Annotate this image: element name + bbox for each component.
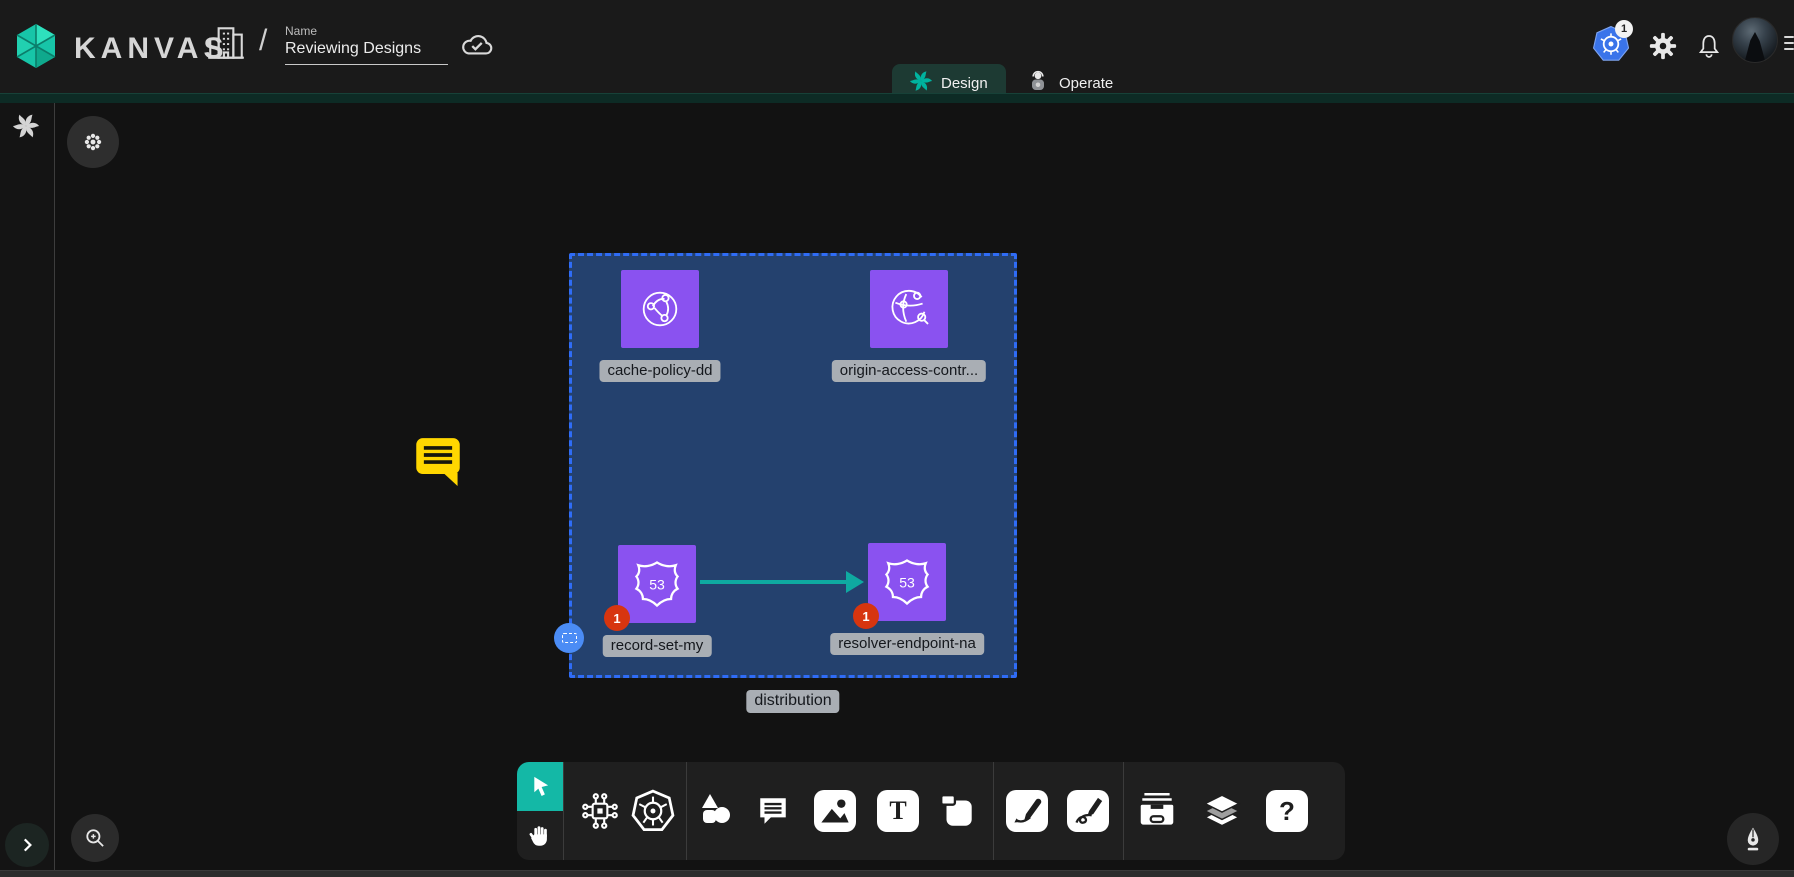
components-tool-button[interactable] bbox=[577, 788, 623, 834]
design-name-block: Name bbox=[285, 24, 448, 65]
select-tool-column bbox=[517, 762, 563, 860]
globe-search-icon bbox=[880, 280, 938, 338]
bottom-toolbar: T bbox=[517, 762, 1345, 860]
note-tool-button[interactable] bbox=[934, 788, 980, 834]
image-tool-button[interactable] bbox=[812, 788, 858, 834]
canvas-comment-marker[interactable] bbox=[414, 436, 462, 491]
issue-badge-record-set[interactable]: 1 bbox=[604, 605, 630, 631]
comment-bubble-icon bbox=[414, 436, 462, 486]
tab-design-label: Design bbox=[941, 75, 988, 92]
question-glyph: ? bbox=[1279, 796, 1295, 827]
pan-tool-button[interactable] bbox=[517, 811, 563, 860]
comment-tool-button[interactable] bbox=[750, 788, 796, 834]
header-bar: KANVAS / Name bbox=[0, 0, 1794, 93]
layers-icon bbox=[1201, 790, 1243, 832]
node-origin-access-control[interactable] bbox=[870, 270, 948, 348]
node-cache-policy[interactable] bbox=[621, 270, 699, 348]
group-handle-icon bbox=[562, 633, 577, 643]
left-sidebar bbox=[0, 103, 55, 877]
cursor-arrow-icon bbox=[527, 774, 553, 800]
drawer-archive-icon bbox=[1136, 790, 1178, 832]
hand-pan-icon bbox=[527, 823, 553, 849]
sticky-note-icon bbox=[936, 790, 978, 832]
layers-tool-button[interactable] bbox=[1199, 788, 1245, 834]
canvas-config-button[interactable] bbox=[67, 116, 119, 168]
cloud-sync-icon[interactable] bbox=[458, 30, 496, 65]
header-divider bbox=[0, 93, 1794, 103]
zoom-in-button[interactable] bbox=[71, 814, 119, 862]
kubernetes-status-icon[interactable]: 1 bbox=[1593, 26, 1629, 67]
route53-number: 53 bbox=[899, 575, 915, 591]
shapes-icon bbox=[695, 791, 735, 831]
notifications-bell-icon[interactable] bbox=[1695, 32, 1723, 65]
pen-nib-icon bbox=[1739, 825, 1767, 853]
drawer-tool-button[interactable] bbox=[1134, 788, 1180, 834]
text-glyph: T bbox=[889, 796, 906, 826]
kanvas-app: KANVAS / Name bbox=[0, 0, 1794, 877]
node-record-set[interactable]: 53 bbox=[618, 545, 696, 623]
edge-arrowhead bbox=[846, 571, 864, 593]
select-tool-button[interactable] bbox=[517, 762, 563, 811]
bottom-edge-strip bbox=[0, 870, 1794, 877]
route53-shield-icon: 53 bbox=[877, 552, 937, 612]
group-handle[interactable] bbox=[554, 623, 584, 653]
help-icon: ? bbox=[1266, 790, 1308, 832]
magnifier-plus-icon bbox=[82, 825, 108, 851]
node-label-resolver-endpoint: resolver-endpoint-na bbox=[830, 633, 984, 655]
tab-operate-label: Operate bbox=[1059, 75, 1113, 92]
toolbar-divider bbox=[1123, 762, 1124, 860]
node-label-cache-policy: cache-policy-dd bbox=[599, 360, 720, 382]
breadcrumb-separator: / bbox=[259, 24, 267, 58]
meshery-spiral-icon[interactable] bbox=[13, 113, 39, 144]
freehand-pencil-icon bbox=[1067, 790, 1109, 832]
route53-number: 53 bbox=[649, 577, 665, 593]
user-avatar[interactable] bbox=[1732, 17, 1778, 63]
image-icon bbox=[814, 790, 856, 832]
help-button[interactable]: ? bbox=[1264, 788, 1310, 834]
whiteboard-pen-button[interactable] bbox=[1727, 813, 1779, 865]
issue-badge-resolver-endpoint[interactable]: 1 bbox=[853, 603, 879, 629]
node-resolver-endpoint[interactable]: 53 bbox=[868, 543, 946, 621]
route53-shield-icon: 53 bbox=[627, 554, 687, 614]
kubernetes-helm-icon bbox=[631, 789, 675, 833]
node-label-origin-access-control: origin-access-contr... bbox=[832, 360, 986, 382]
name-field-label: Name bbox=[285, 24, 448, 38]
kubernetes-context-badge: 1 bbox=[1615, 20, 1633, 38]
comment-tool-icon bbox=[756, 794, 790, 828]
text-tool-icon: T bbox=[877, 790, 919, 832]
shapes-tool-button[interactable] bbox=[692, 788, 738, 834]
kanvas-logo-icon bbox=[12, 22, 60, 75]
organization-icon[interactable] bbox=[205, 22, 247, 69]
overflow-menu-icon[interactable] bbox=[1784, 32, 1794, 54]
node-label-record-set: record-set-my bbox=[603, 635, 712, 657]
settings-gear-icon[interactable] bbox=[1648, 31, 1678, 66]
text-tool-button[interactable]: T bbox=[875, 788, 921, 834]
group-label-distribution[interactable]: distribution bbox=[746, 690, 839, 713]
toolbar-divider bbox=[563, 762, 564, 860]
circuit-chip-icon bbox=[579, 790, 621, 832]
edge-pen-tool-button[interactable] bbox=[1004, 788, 1050, 834]
freehand-tool-button[interactable] bbox=[1065, 788, 1111, 834]
kubernetes-tool-button[interactable] bbox=[630, 788, 676, 834]
flower-asterisk-icon bbox=[80, 129, 106, 155]
design-name-input[interactable] bbox=[285, 38, 448, 65]
chevron-right-icon bbox=[18, 836, 36, 854]
edge-record-to-resolver[interactable] bbox=[700, 580, 848, 584]
toolbar-divider bbox=[686, 762, 687, 860]
expand-sidebar-button[interactable] bbox=[5, 823, 49, 867]
edge-pen-icon bbox=[1006, 790, 1048, 832]
globe-network-icon bbox=[631, 280, 689, 338]
toolbar-divider bbox=[993, 762, 994, 860]
